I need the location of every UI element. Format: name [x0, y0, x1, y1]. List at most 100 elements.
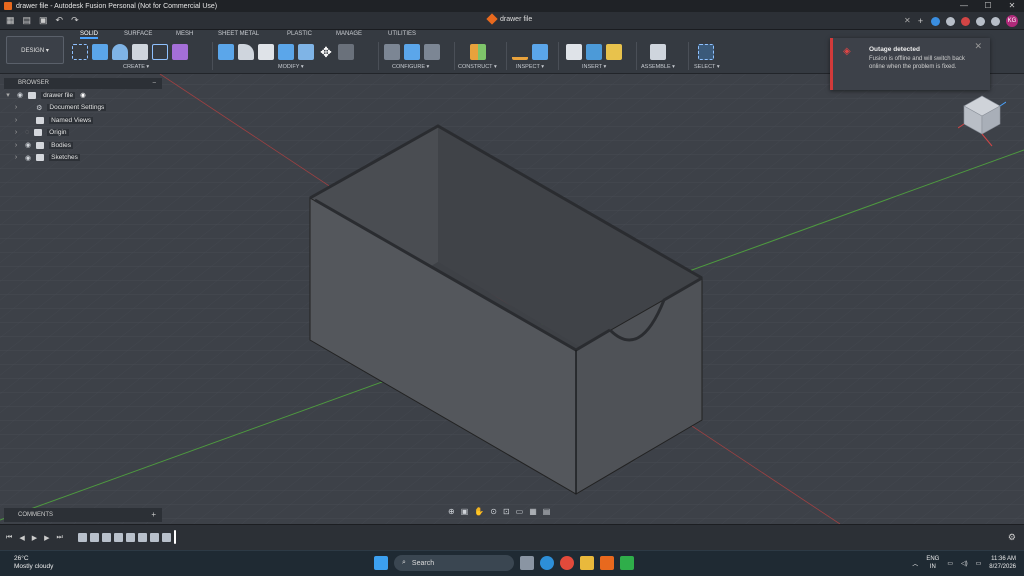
tab-manage[interactable]: MANAGE	[336, 31, 362, 37]
press-pull-icon[interactable]	[218, 44, 234, 60]
extrude-icon[interactable]	[92, 44, 108, 60]
display-settings-icon[interactable]: ▭	[516, 507, 524, 516]
zoom-icon[interactable]: ⊙	[490, 507, 497, 516]
document-tab[interactable]: drawer file	[486, 13, 532, 25]
browser-item-bodies[interactable]: › ◉ Bodies	[4, 139, 162, 152]
fusion-taskbar-icon[interactable]	[600, 556, 614, 570]
chevron-right-icon[interactable]: ›	[12, 142, 20, 149]
sketch-feature-icon[interactable]	[102, 533, 111, 542]
pan-icon[interactable]: ✋	[474, 507, 484, 516]
pattern-icon[interactable]	[152, 44, 168, 60]
sketch-feature-icon[interactable]	[78, 533, 87, 542]
look-at-icon[interactable]: ▣	[461, 507, 469, 516]
revolve-icon[interactable]	[112, 44, 128, 60]
network-icon[interactable]: ▭	[947, 560, 953, 567]
step-back-icon[interactable]: ◀	[19, 534, 24, 542]
go-to-start-icon[interactable]: ⏮	[6, 534, 12, 542]
configure-icon[interactable]	[384, 44, 400, 60]
fit-icon[interactable]: ⊡	[503, 507, 510, 516]
go-to-end-icon[interactable]: ⏭	[56, 534, 62, 542]
tab-plastic[interactable]: PLASTIC	[287, 31, 312, 37]
eye-icon[interactable]: ◉	[17, 91, 23, 99]
battery-icon[interactable]: ▭	[976, 560, 982, 567]
fillet-icon[interactable]	[238, 44, 254, 60]
weather-widget[interactable]: 26°C Mostly cloudy	[14, 555, 53, 571]
grid-menu-icon[interactable]: ▦	[6, 15, 15, 26]
tab-surface[interactable]: SURFACE	[124, 31, 152, 37]
shell-icon[interactable]	[258, 44, 274, 60]
green-app-icon[interactable]	[620, 556, 634, 570]
configure-menu[interactable]: CONFIGURE ▾	[392, 64, 429, 70]
chevron-right-icon[interactable]: ›	[12, 104, 20, 111]
browser-header[interactable]: BROWSER –	[4, 78, 162, 89]
browser-item-root[interactable]: ▾ ◉ drawer file ◉	[4, 89, 162, 102]
edge-icon[interactable]	[540, 556, 554, 570]
notification-close-icon[interactable]: ✕	[974, 41, 982, 52]
active-radio-icon[interactable]: ◉	[80, 91, 86, 99]
construct-menu[interactable]: CONSTRUCT ▾	[458, 64, 497, 70]
undo-icon[interactable]: ↶	[56, 15, 64, 26]
volume-icon[interactable]: ◁)	[961, 560, 968, 567]
file-explorer-icon[interactable]	[580, 556, 594, 570]
sketch-feature-icon[interactable]	[126, 533, 135, 542]
play-icon[interactable]: ▶	[32, 534, 37, 542]
browser-item-sketches[interactable]: › ◉ Sketches	[4, 152, 162, 165]
new-component-icon[interactable]	[172, 44, 188, 60]
move-icon[interactable]: ✥	[318, 44, 334, 60]
split-body-icon[interactable]	[298, 44, 314, 60]
save-icon[interactable]: ▣	[39, 15, 48, 26]
chevron-right-icon[interactable]: ›	[12, 117, 20, 124]
tab-utilities[interactable]: UTILITIES	[388, 31, 416, 37]
extrude-feature-icon[interactable]	[138, 533, 147, 542]
language-indicator[interactable]: ENG IN	[926, 555, 939, 571]
new-tab-icon[interactable]: +	[916, 16, 925, 26]
browser-item-named-views[interactable]: › ◉ Named Views	[4, 114, 162, 127]
configure-table-icon[interactable]	[404, 44, 420, 60]
job-status-icon[interactable]	[946, 16, 955, 26]
task-view-icon[interactable]	[520, 556, 534, 570]
insert-menu[interactable]: INSERT ▾	[582, 64, 606, 70]
assemble-menu[interactable]: ASSEMBLE ▾	[641, 64, 675, 70]
workspace-switcher[interactable]: DESIGN ▾	[6, 36, 64, 64]
fillet-feature-icon[interactable]	[150, 533, 159, 542]
view-cube[interactable]	[958, 88, 1006, 148]
eye-hidden-icon[interactable]: ◌	[25, 129, 29, 136]
shell-feature-icon[interactable]	[114, 533, 123, 542]
offset-plane-icon[interactable]	[470, 44, 486, 60]
eye-icon[interactable]: ◉	[25, 141, 31, 149]
tab-solid[interactable]: SOLID	[80, 31, 99, 39]
browser-item-origin[interactable]: › ◌ Origin	[4, 127, 162, 140]
align-icon[interactable]	[338, 44, 354, 60]
clock[interactable]: 11:36 AM 8/27/2026	[989, 555, 1016, 571]
configure-rule-icon[interactable]	[424, 44, 440, 60]
offline-status-icon[interactable]	[961, 16, 970, 26]
notifications-icon[interactable]	[976, 16, 985, 26]
orbit-icon[interactable]: ⊕	[448, 507, 455, 516]
inspect-menu[interactable]: INSPECT ▾	[516, 64, 544, 70]
document-tab-close-icon[interactable]: ✕	[904, 16, 911, 25]
insert-canvas-icon[interactable]	[586, 44, 602, 60]
minimize-button[interactable]: —	[952, 0, 976, 12]
taskbar-search[interactable]: ⌕ Search	[394, 555, 514, 571]
extensions-icon[interactable]	[931, 16, 940, 26]
chrome-icon[interactable]	[560, 556, 574, 570]
select-icon[interactable]	[698, 44, 714, 60]
viewports-icon[interactable]: ▤	[543, 507, 551, 516]
insert-mcmaster-icon[interactable]	[606, 44, 622, 60]
tray-overflow-icon[interactable]: ︿	[912, 559, 918, 568]
start-windows-icon[interactable]	[374, 556, 388, 570]
create-sketch-icon[interactable]	[72, 44, 88, 60]
user-avatar[interactable]: KG	[1006, 15, 1018, 27]
tab-mesh[interactable]: MESH	[176, 31, 193, 37]
modify-menu[interactable]: MODIFY ▾	[278, 64, 304, 70]
timeline-marker[interactable]	[174, 530, 176, 544]
file-menu-icon[interactable]: ▤	[23, 15, 32, 26]
step-forward-icon[interactable]: ▶	[44, 534, 49, 542]
redo-icon[interactable]: ↷	[71, 15, 79, 26]
timeline-settings-gear-icon[interactable]: ⚙	[1008, 532, 1016, 543]
maximize-button[interactable]: ☐	[976, 0, 1000, 12]
combine-icon[interactable]	[278, 44, 294, 60]
add-comment-button[interactable]: +	[151, 508, 156, 522]
chevron-right-icon[interactable]: ›	[12, 154, 20, 161]
grid-settings-icon[interactable]: ▦	[529, 507, 537, 516]
